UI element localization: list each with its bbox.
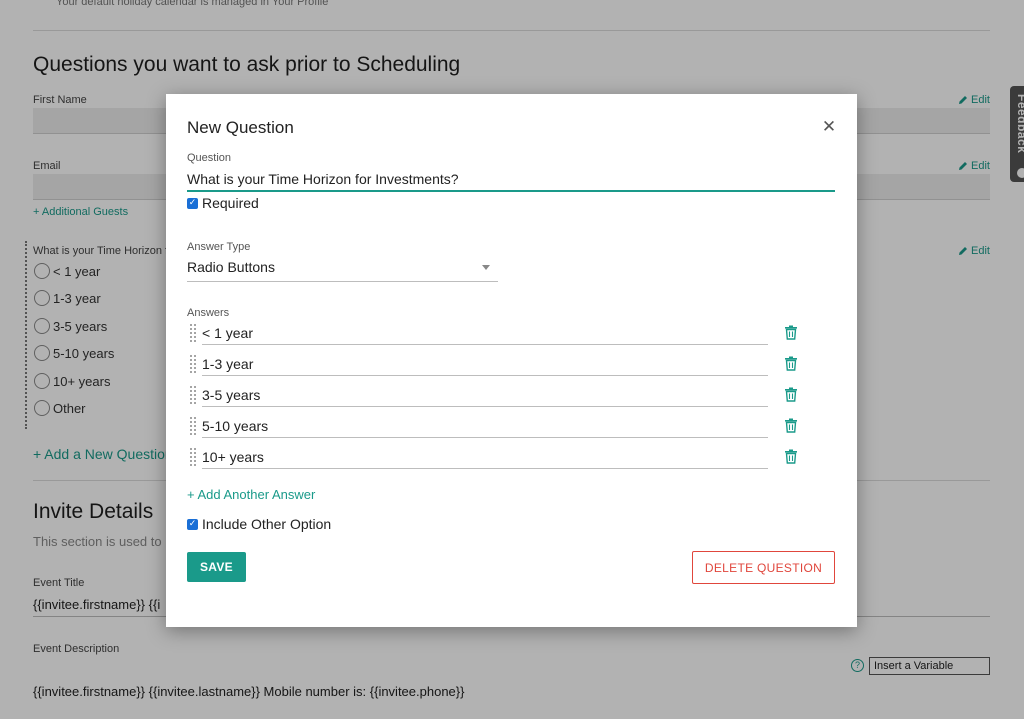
answer-row [190, 321, 800, 347]
answer-row [190, 445, 800, 471]
drag-handle-icon[interactable] [190, 386, 198, 406]
trash-icon[interactable] [784, 356, 798, 371]
chevron-down-icon [482, 265, 490, 270]
answer-input[interactable] [202, 383, 768, 407]
include-other-label: Include Other Option [202, 516, 332, 532]
trash-icon[interactable] [784, 325, 798, 340]
answer-type-label: Answer Type [187, 241, 251, 253]
required-label: Required [202, 195, 259, 211]
save-button[interactable]: SAVE [187, 552, 246, 582]
question-label: Question [187, 152, 232, 164]
answer-type-select[interactable]: Radio Buttons [187, 259, 498, 282]
drag-handle-icon[interactable] [190, 324, 198, 344]
include-other-checkbox[interactable]: ✓ [187, 518, 198, 530]
answers-label: Answers [187, 307, 230, 319]
include-other-checkbox-row[interactable]: ✓ Include Other Option [187, 516, 331, 532]
answer-input[interactable] [202, 321, 768, 345]
answer-input[interactable] [202, 352, 768, 376]
required-checkbox-row[interactable]: ✓ Required [187, 195, 259, 211]
answer-type-value: Radio Buttons [187, 259, 275, 275]
required-checkbox[interactable]: ✓ [187, 197, 198, 209]
question-input[interactable] [187, 168, 835, 192]
answer-row [190, 352, 800, 378]
answer-input[interactable] [202, 445, 768, 469]
answer-row [190, 414, 800, 440]
drag-handle-icon[interactable] [190, 417, 198, 437]
modal-title: New Question [187, 118, 294, 137]
answer-input[interactable] [202, 414, 768, 438]
close-icon[interactable]: ✕ [820, 118, 838, 136]
delete-question-button[interactable]: DELETE QUESTION [692, 551, 835, 584]
add-another-answer-link[interactable]: + Add Another Answer [187, 487, 315, 502]
drag-handle-icon[interactable] [190, 355, 198, 375]
trash-icon[interactable] [784, 387, 798, 402]
answer-row [190, 383, 800, 409]
drag-handle-icon[interactable] [190, 448, 198, 468]
new-question-modal: New Question ✕ Question ✓ Required Answe… [166, 94, 857, 627]
trash-icon[interactable] [784, 449, 798, 464]
trash-icon[interactable] [784, 418, 798, 433]
